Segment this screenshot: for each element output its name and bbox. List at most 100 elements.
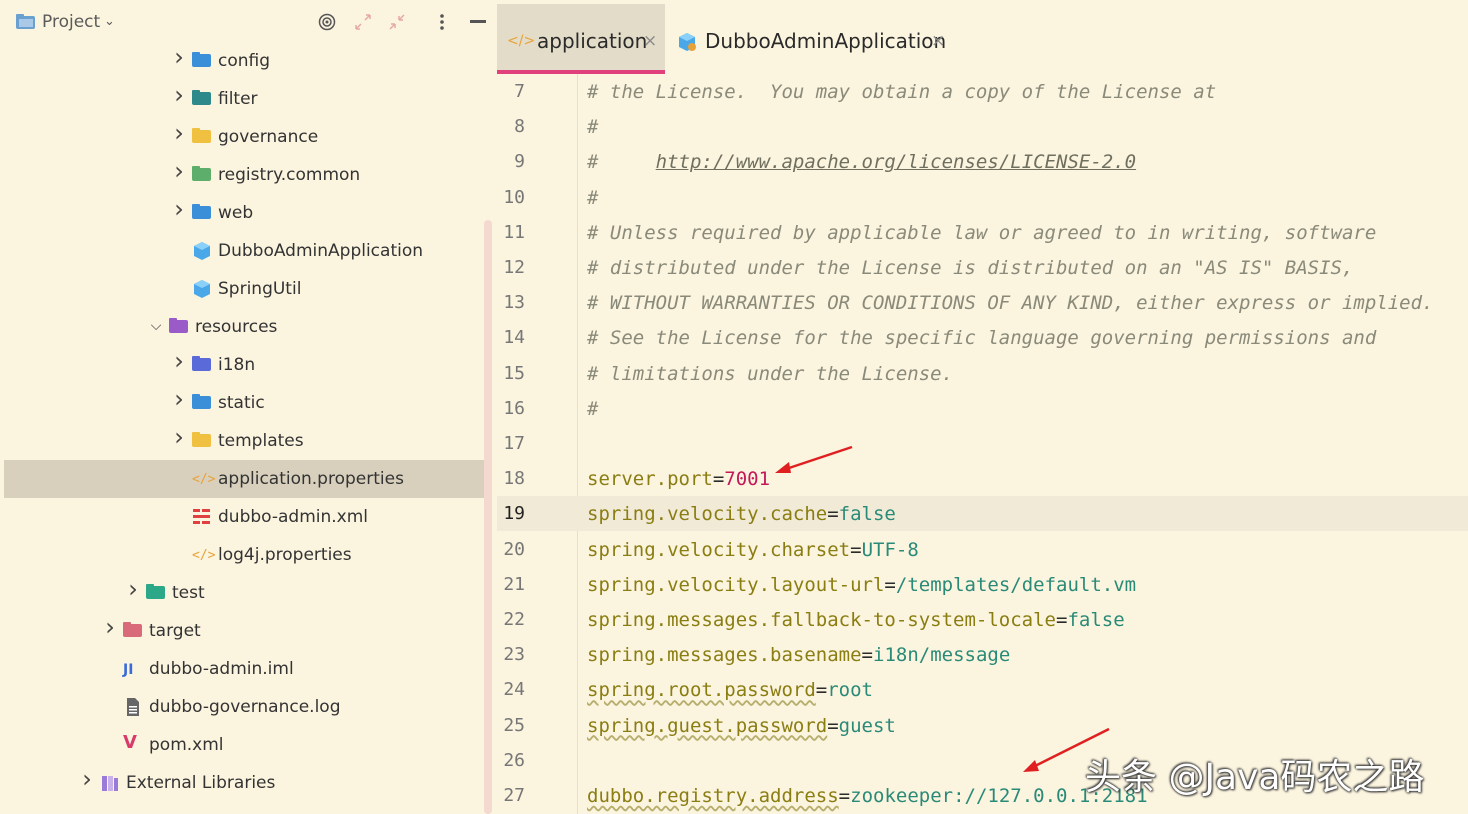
folder-target-icon <box>123 621 143 641</box>
code-line[interactable]: 13 # WITHOUT WARRANTIES OR CONDITIONS OF … <box>497 285 1468 320</box>
chevron-right-icon[interactable]: › <box>103 615 117 639</box>
tab-dubboadminapplication[interactable]: DubboAdminApplication × <box>667 4 953 70</box>
code-line[interactable]: 8 # <box>497 109 1468 144</box>
property-value: 7001 <box>724 468 771 491</box>
code-line[interactable]: 23 spring.messages.basename=i18n/message <box>497 637 1468 672</box>
tree-item-web[interactable]: › web <box>0 194 490 232</box>
code-line[interactable]: 25 spring.guest.password=guest <box>497 708 1468 743</box>
tree-item-label: templates <box>218 431 304 451</box>
chevron-right-icon[interactable]: › <box>172 121 186 145</box>
code-text: spring.velocity.layout-url=/templates/de… <box>587 573 1137 596</box>
tree-item-dubbo-admin-xml[interactable]: dubbo-admin.xml <box>0 498 490 536</box>
code-line[interactable]: 15 # limitations under the License. <box>497 356 1468 391</box>
tree-item-templates[interactable]: › templates <box>0 422 490 460</box>
tree-item-test[interactable]: › test <box>0 574 490 612</box>
chevron-right-icon[interactable]: › <box>172 349 186 373</box>
tree-item-registry-common[interactable]: › registry.common <box>0 156 490 194</box>
chevron-down-icon[interactable]: ⌄ <box>104 10 115 34</box>
class-icon <box>192 241 212 261</box>
chevron-right-icon[interactable]: › <box>172 159 186 183</box>
libraries-icon <box>100 773 120 793</box>
project-header: Project ⌄ <box>0 0 497 44</box>
tree-item-log4j-properties[interactable]: </> log4j.properties <box>0 536 490 574</box>
chevron-right-icon[interactable]: › <box>172 45 186 69</box>
folder-templates-icon <box>192 431 212 451</box>
code-line[interactable]: 12 # distributed under the License is dis… <box>497 250 1468 285</box>
chevron-down-icon[interactable]: ⌵ <box>149 315 163 337</box>
hide-panel-icon[interactable] <box>470 20 486 23</box>
line-number: 10 <box>503 186 525 208</box>
property-key: spring.messages.fallback-to-system-local… <box>587 609 1056 631</box>
code-line[interactable]: 18 server.port=7001 <box>497 461 1468 496</box>
folder-i18n-icon <box>192 355 212 375</box>
line-number: 11 <box>503 221 525 243</box>
chevron-right-icon[interactable]: › <box>172 425 186 449</box>
close-icon[interactable]: × <box>931 28 945 54</box>
code-line[interactable]: 16 # <box>497 391 1468 426</box>
property-value: UTF-8 <box>861 538 919 561</box>
tree-item-external-libraries[interactable]: › External Libraries <box>0 764 490 802</box>
tree-item-resources[interactable]: ⌵ resources <box>0 308 490 346</box>
tab-application[interactable]: </> application × <box>497 4 665 74</box>
code-text: # <box>587 116 599 139</box>
expand-all-icon[interactable] <box>354 13 372 35</box>
code-text: # See the License for the specific langu… <box>587 327 1377 350</box>
properties-file-icon: </> <box>507 33 536 49</box>
editor: </> application × DubboAdminApplication … <box>497 0 1468 814</box>
code-line[interactable]: 9 # http://www.apache.org/licenses/LICENS… <box>497 144 1468 179</box>
chevron-right-icon[interactable]: › <box>126 577 140 601</box>
class-icon <box>192 279 212 299</box>
close-icon[interactable]: × <box>643 28 657 54</box>
license-link[interactable]: http://www.apache.org/licenses/LICENSE-2… <box>656 151 1136 173</box>
property-key: spring.guest.password <box>587 714 828 737</box>
tree-item-governance[interactable]: › governance <box>0 118 490 156</box>
project-view-selector[interactable]: Project <box>42 10 100 34</box>
property-key: spring.velocity.layout-url <box>587 573 885 596</box>
code-line[interactable]: 22 spring.messages.fallback-to-system-loc… <box>497 602 1468 637</box>
code-text: spring.messages.basename=i18n/message <box>587 644 1011 667</box>
folder-filter-icon <box>192 89 212 109</box>
tree-item-target[interactable]: › target <box>0 612 490 650</box>
line-number: 19 <box>503 503 525 525</box>
target-icon[interactable] <box>318 13 336 35</box>
tree-item-application-properties[interactable]: </> application.properties <box>4 460 490 498</box>
code-line[interactable]: 24 spring.root.password=root <box>497 672 1468 707</box>
tree-item-static[interactable]: › static <box>0 384 490 422</box>
chevron-right-icon[interactable]: › <box>172 83 186 107</box>
code-text: spring.root.password=root <box>587 679 873 702</box>
tree-item-i18n[interactable]: › i18n <box>0 346 490 384</box>
code-line[interactable]: 7 # the License. You may obtain a copy of… <box>497 74 1468 109</box>
log-file-icon <box>123 697 143 717</box>
tree-item-label: pom.xml <box>149 735 224 755</box>
code-text: # WITHOUT WARRANTIES OR CONDITIONS OF AN… <box>587 292 1434 315</box>
code-text: # limitations under the License. <box>587 362 954 385</box>
tree-item-label: static <box>218 393 265 413</box>
line-number: 9 <box>514 151 525 173</box>
code-line[interactable]: 21 spring.velocity.layout-url=/templates/… <box>497 567 1468 602</box>
chevron-right-icon[interactable]: › <box>172 387 186 411</box>
collapse-all-icon[interactable] <box>388 13 406 35</box>
properties-file-icon: </> <box>192 548 216 563</box>
tree-scrollbar[interactable] <box>484 220 492 814</box>
chevron-right-icon[interactable]: › <box>80 767 94 791</box>
code-text: # the License. You may obtain a copy of … <box>587 81 1217 103</box>
code-line[interactable]: 19 spring.velocity.cache=false <box>497 496 1468 532</box>
tree-item-dubbo-governance-log[interactable]: dubbo-governance.log <box>0 688 490 726</box>
tree-item-config[interactable]: › config <box>0 42 490 80</box>
code-line[interactable]: 17 <box>497 426 1468 461</box>
property-value: /templates/default.vm <box>895 573 1137 596</box>
tree-item-springutil[interactable]: SpringUtil <box>0 270 490 308</box>
tree-item-label: target <box>149 621 201 641</box>
code-line[interactable]: 10 # <box>497 180 1468 215</box>
code-text: # Unless required by applicable law or a… <box>587 221 1377 244</box>
code-line[interactable]: 11 # Unless required by applicable law or… <box>497 215 1468 250</box>
tree-item-dubbo-admin-iml[interactable]: JI dubbo-admin.iml <box>0 650 490 688</box>
tree-item-filter[interactable]: › filter <box>0 80 490 118</box>
tree-item-dubboadminapplication[interactable]: DubboAdminApplication <box>0 232 490 270</box>
tree-item-label: DubboAdminApplication <box>218 241 424 261</box>
code-line[interactable]: 20 spring.velocity.charset=UTF-8 <box>497 532 1468 567</box>
code-line[interactable]: 14 # See the License for the specific lan… <box>497 320 1468 355</box>
tree-item-pom-xml[interactable]: Vpom.xml <box>0 726 490 764</box>
chevron-right-icon[interactable]: › <box>172 197 186 221</box>
more-options-icon[interactable] <box>438 12 446 36</box>
